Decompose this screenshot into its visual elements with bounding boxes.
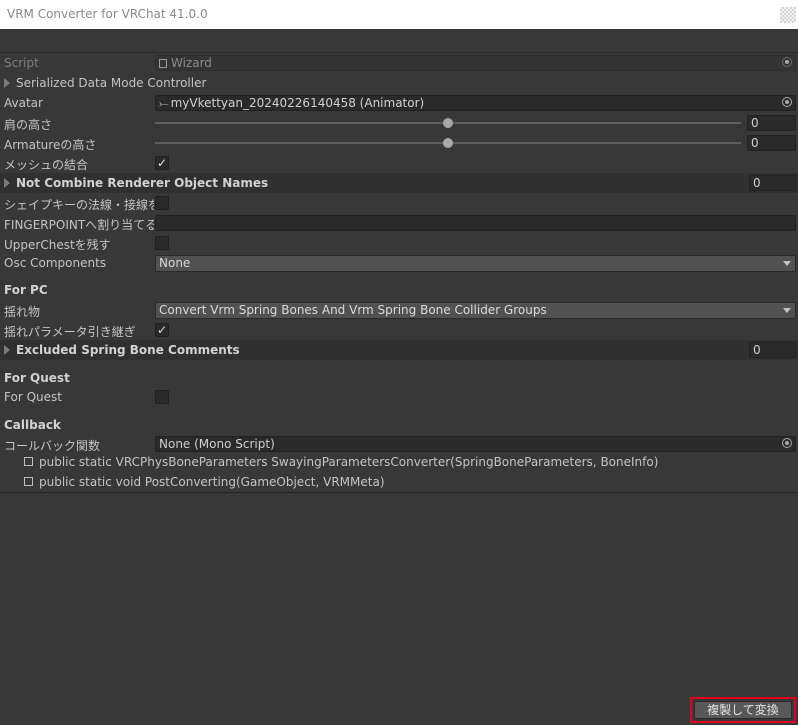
osc-components-row: Osc Components None [0, 253, 798, 273]
object-picker-icon [782, 57, 792, 67]
fingerpoint-label: FINGERPOINTへ割り当てる表 [4, 218, 154, 232]
shoulder-height-row: 肩の高さ 0 [0, 113, 798, 133]
not-combine-names-label: Not Combine Renderer Object Names [16, 176, 269, 190]
avatar-field[interactable]: ⤚ myVkettyan_20240226140458 (Animator) [155, 95, 796, 111]
script-file-icon [159, 59, 167, 68]
callback-function-row: コールバック関数 None (Mono Script) [0, 434, 798, 454]
shoulder-height-slider-thumb[interactable] [443, 118, 453, 128]
shoulder-height-input[interactable]: 0 [747, 115, 796, 131]
serialized-controller-label: Serialized Data Mode Controller [16, 76, 207, 90]
script-label: Script [4, 56, 39, 70]
convert-button-highlight: 複製して変換 [690, 697, 796, 723]
callback-function-label: コールバック関数 [4, 439, 101, 453]
window-titlebar: VRM Converter for VRChat 41.0.0 [0, 0, 798, 29]
foldout-arrow-icon [4, 345, 10, 355]
combine-meshes-row: メッシュの結合 ✓ [0, 153, 798, 173]
excluded-comments-foldout[interactable]: Excluded Spring Bone Comments 0 [0, 340, 798, 360]
callback-header: Callback [4, 418, 61, 432]
foldout-arrow-icon [4, 178, 10, 188]
armature-height-input[interactable]: 0 [747, 135, 796, 151]
for-pc-header: For PC [4, 283, 48, 297]
swaying-label: 揺れ物 [4, 305, 41, 319]
swaying-dropdown[interactable]: Convert Vrm Spring Bones And Vrm Spring … [155, 302, 796, 319]
dropdown-arrow-icon [783, 261, 791, 266]
shapekey-normals-checkbox[interactable] [155, 196, 169, 210]
callback-picker-icon[interactable] [782, 438, 792, 448]
take-over-params-row: 揺れパラメータ引き継ぎ ✓ [0, 320, 798, 340]
shapekey-normals-label: シェイプキーの法線・接線を利用 [4, 198, 154, 212]
avatar-label: Avatar [4, 96, 43, 110]
combine-meshes-label: メッシュの結合 [4, 158, 89, 172]
window-title: VRM Converter for VRChat 41.0.0 [7, 7, 208, 21]
foldout-arrow-icon [4, 78, 10, 88]
not-combine-names-count[interactable]: 0 [749, 175, 796, 191]
for-quest-row: For Quest [0, 387, 798, 407]
script-row: Script Wizard [0, 53, 798, 73]
fingerpoint-row: FINGERPOINTへ割り当てる表 [0, 213, 798, 233]
checkbox-glyph-icon [24, 477, 33, 486]
serialized-controller-foldout[interactable]: Serialized Data Mode Controller [0, 73, 798, 93]
excluded-comments-count[interactable]: 0 [749, 342, 796, 358]
armature-height-label: Armatureの高さ [4, 138, 97, 152]
callback-signature-item: public static VRCPhysBoneParameters Sway… [24, 455, 658, 469]
take-over-params-checkbox[interactable]: ✓ [155, 323, 169, 337]
avatar-object-icon: ⤚ [159, 96, 169, 110]
toolbar-gap [0, 29, 798, 52]
callback-signature-item: public static void PostConverting(GameOb… [24, 475, 385, 489]
duplicate-and-convert-button[interactable]: 複製して変換 [694, 701, 792, 719]
shapekey-normals-row: シェイプキーの法線・接線を利用 [0, 193, 798, 213]
keep-upperchest-label: UpperChestを残す [4, 238, 111, 252]
not-combine-names-foldout[interactable]: Not Combine Renderer Object Names 0 [0, 173, 798, 193]
window-close-icon[interactable] [780, 7, 796, 23]
avatar-picker-icon[interactable] [782, 97, 792, 107]
for-quest-header: For Quest [4, 371, 70, 385]
osc-components-label: Osc Components [4, 256, 107, 270]
for-quest-label: For Quest [4, 390, 62, 404]
osc-components-dropdown[interactable]: None [155, 255, 796, 272]
keep-upperchest-checkbox[interactable] [155, 236, 169, 250]
for-quest-checkbox[interactable] [155, 390, 169, 404]
callback-function-field[interactable]: None (Mono Script) [155, 436, 796, 452]
excluded-comments-label: Excluded Spring Bone Comments [16, 343, 240, 357]
armature-height-row: Armatureの高さ 0 [0, 133, 798, 153]
swaying-row: 揺れ物 Convert Vrm Spring Bones And Vrm Spr… [0, 300, 798, 320]
checkbox-glyph-icon [24, 457, 33, 466]
armature-height-slider-thumb[interactable] [443, 138, 453, 148]
dropdown-arrow-icon [783, 308, 791, 313]
shoulder-height-label: 肩の高さ [4, 118, 53, 132]
avatar-row: Avatar ⤚ myVkettyan_20240226140458 (Anima… [0, 93, 798, 113]
inspector-panel: Script Wizard Serialized Data Mode Contr… [0, 52, 798, 493]
script-field: Wizard [155, 55, 796, 71]
keep-upperchest-row: UpperChestを残す [0, 233, 798, 253]
fingerpoint-input[interactable] [155, 215, 796, 231]
take-over-params-label: 揺れパラメータ引き継ぎ [4, 325, 136, 339]
combine-meshes-checkbox[interactable]: ✓ [155, 156, 169, 170]
